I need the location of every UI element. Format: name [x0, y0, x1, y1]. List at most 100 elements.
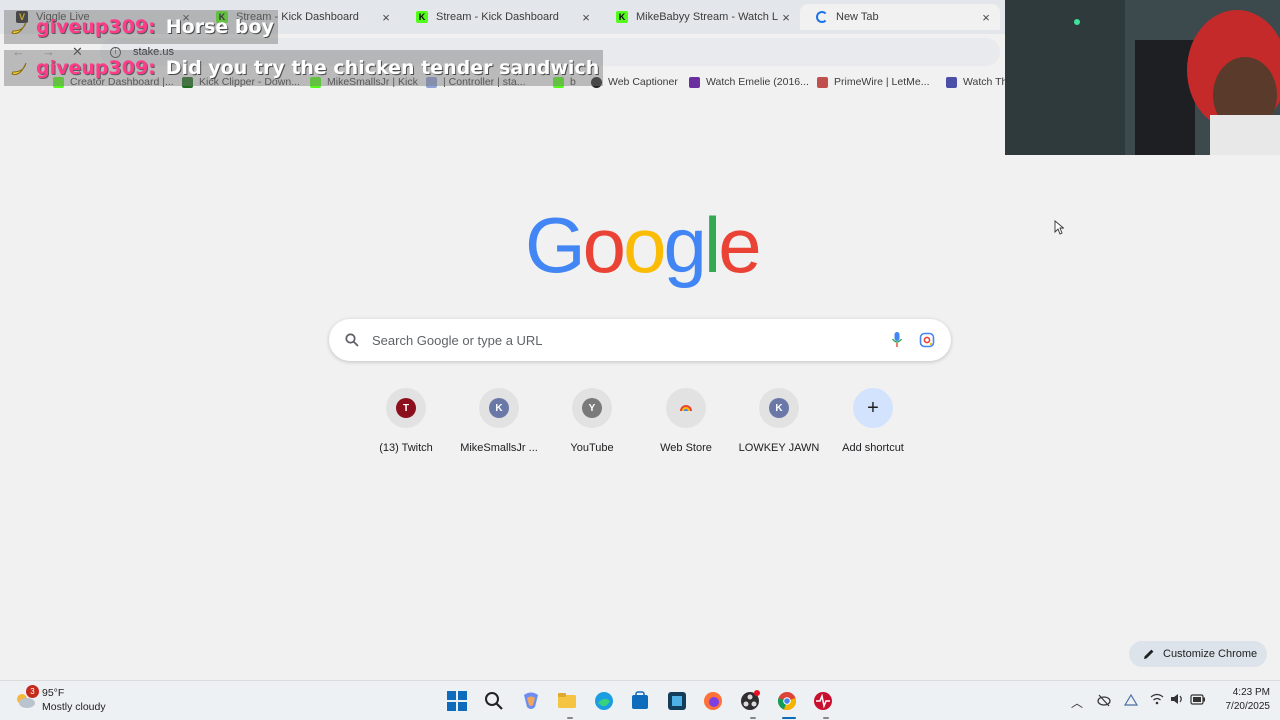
- chat-username: giveup309:: [36, 16, 156, 38]
- shortcut-lowkey-jawn[interactable]: K LOWKEY JAWN: [733, 388, 825, 454]
- shortcut-add[interactable]: + Add shortcut: [827, 388, 919, 454]
- close-icon[interactable]: ×: [978, 10, 994, 25]
- close-icon[interactable]: ×: [378, 10, 394, 25]
- system-clock[interactable]: 4:23 PM 7/20/2025: [1210, 686, 1271, 714]
- vpn-icon[interactable]: [1123, 693, 1139, 707]
- letter-k-icon: K: [769, 398, 789, 418]
- bookmark-label: Web Captioner: [608, 76, 678, 88]
- volume-icon[interactable]: [1170, 693, 1184, 705]
- screen: V Viggle Live × K Stream - Kick Dashboar…: [0, 0, 1280, 720]
- shortcut-web-store[interactable]: Web Store: [640, 388, 732, 454]
- tab-title: Stream - Kick Dashboard: [436, 11, 559, 23]
- shortcut-youtube[interactable]: Y YouTube: [546, 388, 638, 454]
- letter-y-icon: Y: [582, 398, 602, 418]
- shortcut-tile: Y: [572, 388, 612, 428]
- chat-username: giveup309:: [36, 57, 156, 79]
- tab-title: MikeBabyy Stream - Watch Live: [636, 11, 778, 23]
- letter-k-icon: K: [489, 398, 509, 418]
- firefox-icon[interactable]: [702, 690, 724, 712]
- notification-badge: 3: [26, 685, 39, 698]
- customize-chrome-label: Customize Chrome: [1163, 648, 1258, 660]
- kick-icon: K: [416, 11, 428, 23]
- close-icon[interactable]: ×: [578, 10, 594, 25]
- bookmark-label: Watch Th: [963, 76, 1008, 88]
- shortcut-twitch[interactable]: T (13) Twitch: [360, 388, 452, 454]
- tab-mikebabyy-stream[interactable]: K MikeBabyy Stream - Watch Live ×: [600, 4, 800, 30]
- edge-browser-icon[interactable]: [593, 690, 615, 712]
- search-input[interactable]: Search Google or type a URL: [329, 319, 951, 361]
- search-icon: [345, 333, 359, 347]
- shortcut-label: MikeSmallsJr ...: [460, 442, 538, 454]
- weather-temperature: 95°F: [42, 687, 65, 699]
- copilot-icon[interactable]: [520, 690, 542, 712]
- customize-chrome-button[interactable]: Customize Chrome: [1129, 641, 1267, 667]
- tab-kick-dashboard-2[interactable]: K Stream - Kick Dashboard ×: [400, 4, 600, 30]
- play-icon: [946, 76, 957, 88]
- chat-message: giveup309: Did you try the chicken tende…: [4, 50, 604, 86]
- mouse-cursor-icon: [1054, 220, 1064, 235]
- active-app-indicator: [782, 717, 796, 719]
- shortcut-tile: +: [853, 388, 893, 428]
- search-icon[interactable]: [483, 690, 505, 712]
- webcam-overlay: [1005, 0, 1280, 155]
- clock-date: 7/20/2025: [1225, 701, 1271, 712]
- google-lens-icon[interactable]: [919, 332, 935, 348]
- banana-badge-icon: [8, 57, 30, 79]
- plus-icon: +: [867, 396, 879, 419]
- tab-title: New Tab: [836, 11, 879, 23]
- app-icon[interactable]: [666, 690, 688, 712]
- search-placeholder: Search Google or type a URL: [372, 332, 543, 348]
- google-logo: Google: [525, 200, 762, 291]
- weather-widget[interactable]: 3 95°F Mostly cloudy: [14, 685, 134, 717]
- logo-letter: l: [703, 201, 721, 289]
- bookmark-web-captioner[interactable]: Web Captioner: [591, 76, 678, 88]
- tab-new-tab[interactable]: New Tab ×: [800, 4, 1000, 30]
- chat-text: Horse boy: [165, 16, 274, 38]
- logo-letter: o: [623, 201, 666, 289]
- running-indicator: [823, 717, 829, 719]
- close-icon[interactable]: ×: [778, 10, 794, 25]
- windows-taskbar: 3 95°F Mostly cloudy ︿ 4:23 PM 7/20/2025: [0, 680, 1280, 720]
- pencil-icon: [1144, 649, 1154, 659]
- shortcut-tile: K: [479, 388, 519, 428]
- chat-text: Did you try the chicken tender sandwich: [165, 57, 600, 79]
- microsoft-store-icon[interactable]: [629, 690, 651, 712]
- moon-icon: [689, 76, 700, 88]
- wifi-icon[interactable]: [1150, 693, 1164, 705]
- chevron-up-icon[interactable]: ︿: [1071, 694, 1083, 711]
- logo-letter: G: [525, 201, 586, 289]
- chrome-web-store-icon: [680, 405, 692, 411]
- shortcut-label: LOWKEY JAWN: [738, 442, 820, 454]
- kick-icon: K: [616, 11, 628, 23]
- activity-monitor-icon[interactable]: [812, 690, 834, 712]
- shortcut-mikesmallsjr[interactable]: K MikeSmallsJr ...: [453, 388, 545, 454]
- running-indicator: [567, 717, 573, 719]
- running-indicator: [750, 717, 756, 719]
- primewire-icon: [817, 76, 828, 88]
- banana-badge-icon: [8, 16, 30, 38]
- shortcut-label: Web Store: [660, 442, 712, 454]
- clock-time: 4:23 PM: [1232, 687, 1270, 698]
- webcam-feed: [1005, 0, 1280, 155]
- windows-start-icon[interactable]: [446, 690, 468, 712]
- bookmark-label: Watch Emelie (2016...: [706, 76, 809, 88]
- file-explorer-icon[interactable]: [556, 690, 578, 712]
- bookmark-watch-th[interactable]: Watch Th: [946, 76, 1007, 88]
- bookmark-primewire[interactable]: PrimeWire | LetMe...: [817, 76, 930, 88]
- shortcut-label: YouTube: [570, 442, 614, 454]
- twitch-favicon-icon: T: [396, 398, 416, 418]
- chrome-icon[interactable]: [776, 690, 798, 712]
- shortcut-label: (13) Twitch: [379, 442, 433, 454]
- logo-letter: o: [582, 201, 626, 289]
- microphone-icon[interactable]: [891, 331, 903, 349]
- chat-message: giveup309: Horse boy: [4, 10, 278, 44]
- loading-spinner-icon: [816, 11, 828, 23]
- shortcut-tile: T: [386, 388, 426, 428]
- bookmark-label: PrimeWire | LetMe...: [834, 76, 930, 88]
- shortcut-label: Add shortcut: [842, 442, 904, 454]
- cloud-sync-icon[interactable]: [1097, 693, 1111, 707]
- bookmark-watch-emelie[interactable]: Watch Emelie (2016...: [689, 76, 809, 88]
- battery-icon[interactable]: [1190, 694, 1206, 705]
- logo-letter: e: [718, 201, 761, 289]
- obs-studio-icon[interactable]: [739, 690, 761, 712]
